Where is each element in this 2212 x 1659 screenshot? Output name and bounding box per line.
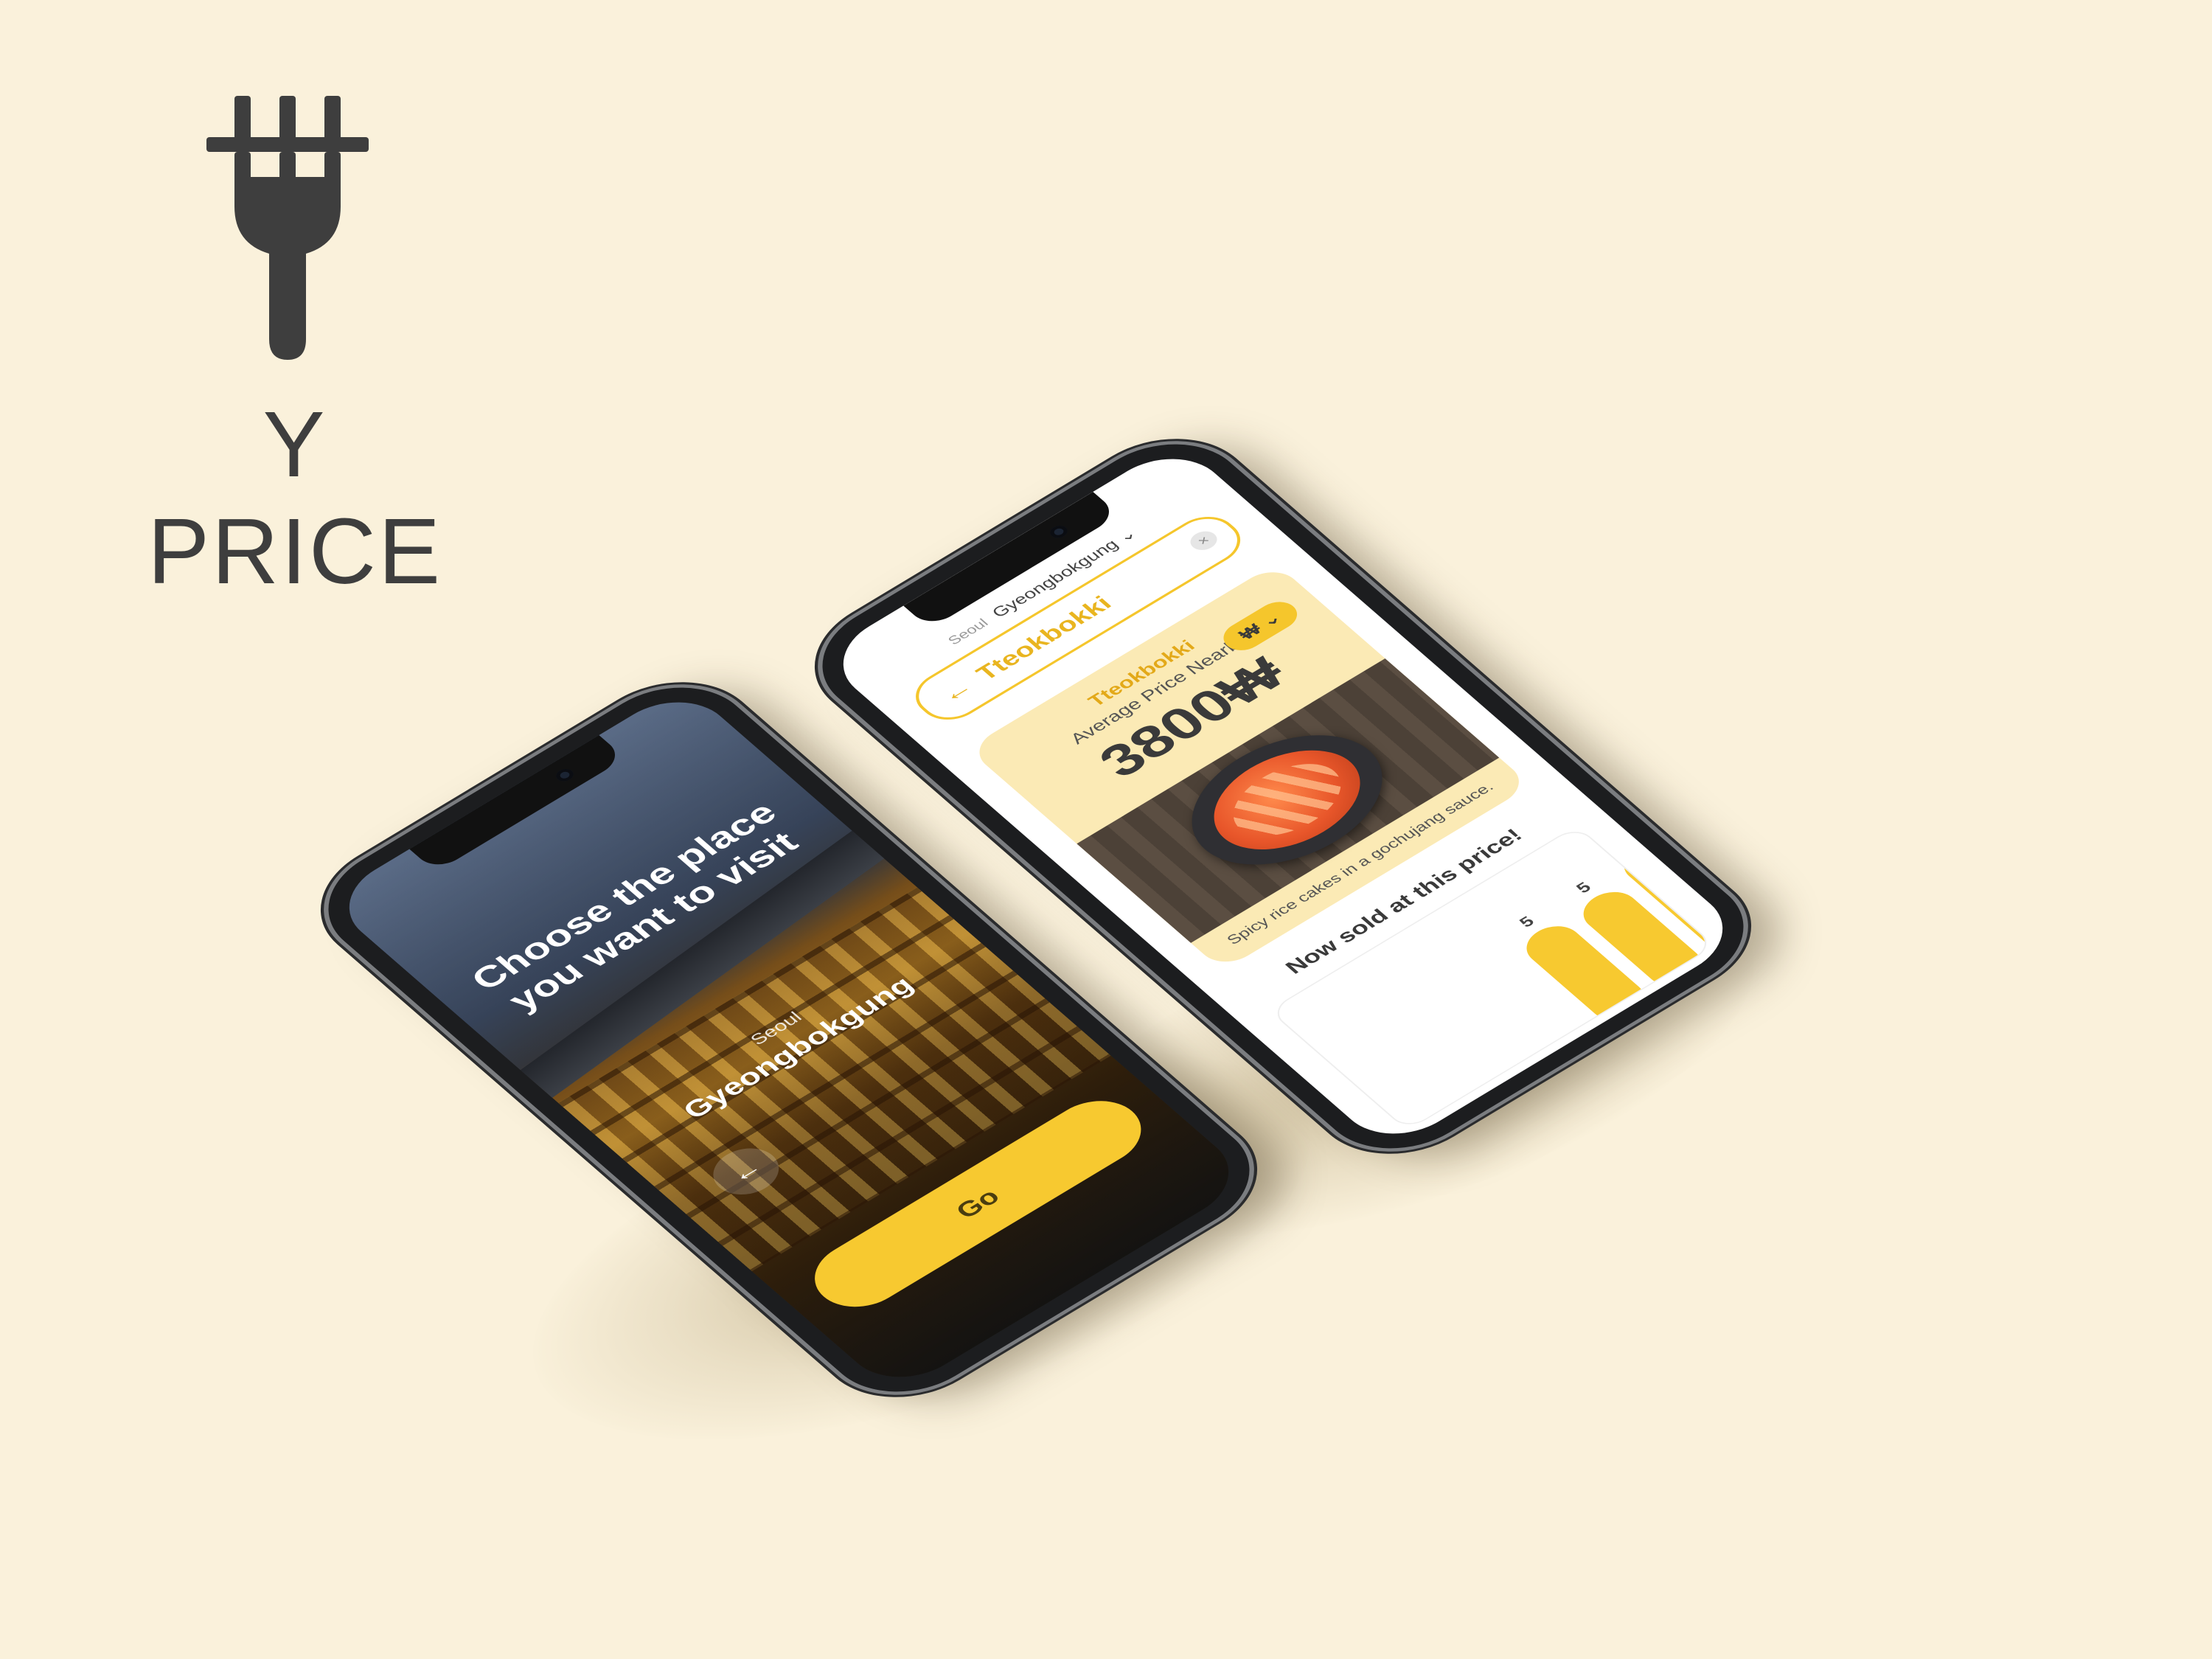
clear-icon[interactable]: × <box>1185 527 1222 554</box>
chart-bar-label: 6 <box>1612 830 1635 848</box>
camera-icon <box>552 766 577 784</box>
arrow-left-icon: ← <box>723 1155 769 1188</box>
fork-icon <box>206 96 369 360</box>
brand-logo: Y PRICE <box>111 96 479 603</box>
chevron-down-icon: ⌄ <box>1113 525 1141 546</box>
arrow-left-icon[interactable]: ← <box>933 675 979 708</box>
camera-icon <box>1046 523 1071 540</box>
chart-bar <box>1650 824 1716 925</box>
brand-name: Y PRICE <box>147 392 443 603</box>
